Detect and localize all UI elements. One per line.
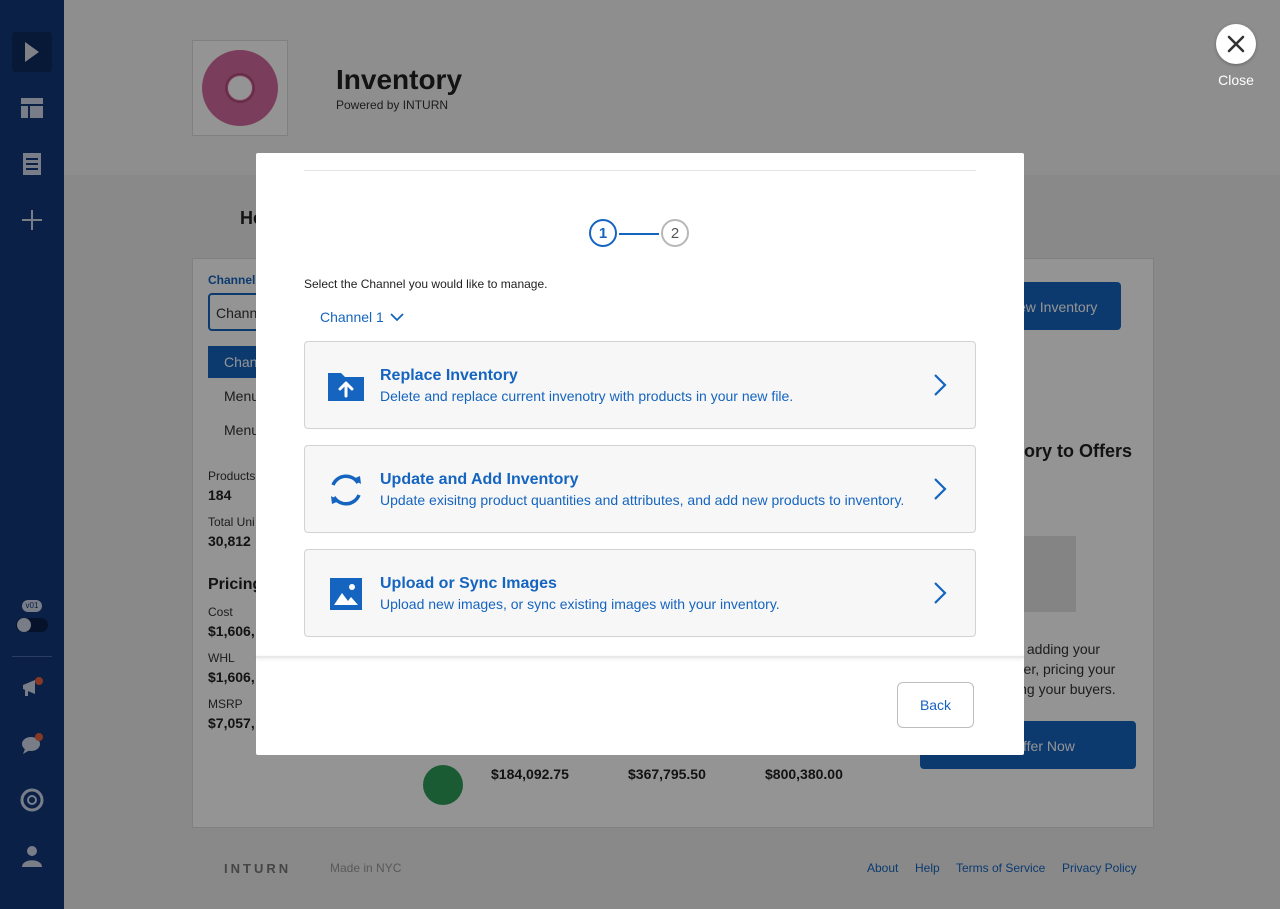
replace-inventory-option[interactable]: Replace Inventory Delete and replace cur… <box>304 341 976 429</box>
close-icon <box>1227 35 1245 53</box>
manage-inventory-modal: 1 2 Select the Channel you would like to… <box>256 153 1024 755</box>
close-button[interactable] <box>1216 24 1256 64</box>
modal-footer-divider <box>256 656 1024 658</box>
chevron-down-icon <box>390 313 404 322</box>
channel-dropdown-value: Channel 1 <box>320 309 384 325</box>
channel-dropdown[interactable]: Channel 1 <box>320 309 404 325</box>
image-icon <box>330 578 362 610</box>
sync-icon <box>331 474 361 506</box>
back-button[interactable]: Back <box>897 682 974 728</box>
chevron-right-icon <box>934 478 947 500</box>
chevron-right-icon <box>934 582 947 604</box>
update-add-inventory-option[interactable]: Update and Add Inventory Update exisitng… <box>304 445 976 533</box>
modal-top-divider <box>304 170 976 171</box>
option-title: Replace Inventory <box>380 367 518 384</box>
option-description: Upload new images, or sync existing imag… <box>380 596 780 612</box>
folder-upload-icon <box>328 373 364 401</box>
step-1-indicator: 1 <box>589 219 617 247</box>
close-label: Close <box>1218 72 1254 88</box>
chevron-right-icon <box>934 374 947 396</box>
instruction-text: Select the Channel you would like to man… <box>304 277 548 291</box>
option-title: Update and Add Inventory <box>380 471 579 488</box>
option-description: Delete and replace current invenotry wit… <box>380 388 794 404</box>
step-2-indicator: 2 <box>661 219 689 247</box>
option-description: Update exisitng product quantities and a… <box>380 492 905 508</box>
option-title: Upload or Sync Images <box>380 575 557 592</box>
stepper-connector <box>619 233 659 235</box>
upload-sync-images-option[interactable]: Upload or Sync Images Upload new images,… <box>304 549 976 637</box>
